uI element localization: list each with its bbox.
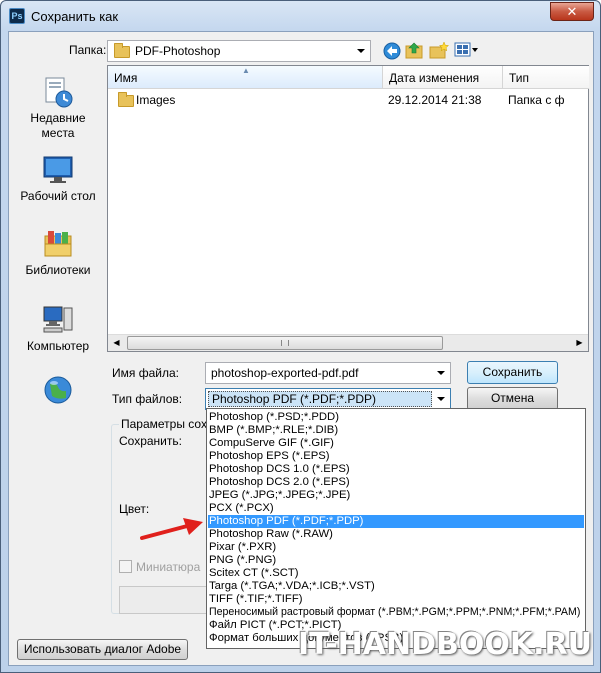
column-header-type-label: Тип bbox=[509, 71, 530, 85]
computer-icon bbox=[43, 306, 73, 333]
network-icon bbox=[44, 376, 72, 404]
place-libraries[interactable]: Библиотеки bbox=[15, 228, 101, 278]
dropdown-option[interactable]: Photoshop DCS 1.0 (*.EPS) bbox=[208, 463, 584, 476]
chevron-down-icon bbox=[357, 49, 365, 53]
close-button[interactable]: ✕ bbox=[550, 2, 594, 21]
back-icon[interactable] bbox=[383, 42, 401, 60]
filetype-label: Тип файлов: bbox=[112, 392, 183, 406]
save-options-label: Параметры сох bbox=[119, 417, 209, 431]
dropdown-option[interactable]: Targa (*.TGA;*.VDA;*.ICB;*.VST) bbox=[208, 580, 584, 593]
dropdown-option[interactable]: PCX (*.PCX) bbox=[208, 502, 584, 515]
place-computer[interactable]: Компьютер bbox=[15, 304, 101, 354]
view-menu-icon bbox=[454, 42, 478, 57]
desktop-icon bbox=[43, 156, 73, 183]
dropdown-option[interactable]: CompuServe GIF (*.GIF) bbox=[208, 437, 584, 450]
scroll-left-icon[interactable]: ◀ bbox=[108, 335, 125, 351]
photoshop-app-icon: Ps bbox=[9, 8, 25, 24]
place-desktop[interactable]: Рабочий стол bbox=[15, 154, 101, 204]
place-label-computer: Компьютер bbox=[26, 339, 90, 353]
dropdown-option[interactable]: JPEG (*.JPG;*.JPEG;*.JPE) bbox=[208, 489, 584, 502]
libraries-icon bbox=[44, 231, 72, 257]
filename-label: Имя файла: bbox=[112, 366, 179, 380]
column-header-name[interactable]: Имя ▲ bbox=[108, 66, 383, 89]
title-bar[interactable]: Ps Сохранить как ✕ bbox=[1, 1, 600, 31]
column-header-type[interactable]: Тип bbox=[503, 66, 589, 89]
row-name: Images bbox=[136, 93, 176, 107]
thumbnail-checkbox[interactable] bbox=[119, 560, 132, 573]
watermark: IT-HANDBOOK.RU bbox=[298, 627, 592, 662]
chevron-down-icon bbox=[437, 397, 445, 401]
dropdown-option[interactable]: Photoshop (*.PSD;*.PDD) bbox=[208, 411, 584, 424]
scroll-right-icon[interactable]: ▶ bbox=[571, 335, 588, 351]
thumbnail-label: Миниатюра bbox=[136, 560, 201, 574]
dropdown-option-selected[interactable]: Photoshop PDF (*.PDF;*.PDP) bbox=[208, 515, 584, 528]
sort-arrow-icon: ▲ bbox=[242, 66, 250, 75]
chevron-down-icon bbox=[437, 371, 445, 375]
dropdown-option[interactable]: Photoshop EPS (*.EPS) bbox=[208, 450, 584, 463]
save-label: Сохранить: bbox=[119, 434, 182, 448]
place-label-libraries: Библиотеки bbox=[25, 263, 91, 277]
dropdown-option[interactable]: Переносимый растровый формат (*.PBM;*.PG… bbox=[208, 606, 584, 619]
up-folder-icon[interactable] bbox=[405, 41, 425, 59]
dropdown-option[interactable]: Photoshop DCS 2.0 (*.EPS) bbox=[208, 476, 584, 489]
dropdown-option[interactable]: Pixar (*.PXR) bbox=[208, 541, 584, 554]
scrollbar-thumb[interactable] bbox=[127, 336, 443, 350]
place-label-recent: Недавние места bbox=[30, 111, 86, 140]
column-header-date-label: Дата изменения bbox=[389, 71, 480, 85]
places-bar: Недавние места Рабочий стол Библиотеки К… bbox=[15, 36, 101, 632]
new-folder-icon[interactable] bbox=[429, 41, 449, 59]
file-list[interactable]: Имя ▲ Дата изменения Тип Images 29.12.20… bbox=[107, 65, 589, 352]
row-date: 29.12.2014 21:38 bbox=[388, 93, 482, 107]
folder-icon bbox=[114, 43, 130, 58]
dropdown-option[interactable]: TIFF (*.TIF;*.TIFF) bbox=[208, 593, 584, 606]
dropdown-option[interactable]: Scitex CT (*.SCT) bbox=[208, 567, 584, 580]
filetype-dropdown-list[interactable]: Photoshop (*.PSD;*.PDD) BMP (*.BMP;*.RLE… bbox=[206, 408, 586, 649]
column-header-date[interactable]: Дата изменения bbox=[383, 66, 503, 89]
horizontal-scrollbar[interactable]: ◀ ▶ bbox=[108, 334, 588, 351]
current-folder-name: PDF-Photoshop bbox=[135, 44, 221, 58]
place-recent[interactable]: Недавние места bbox=[15, 76, 101, 141]
save-as-dialog: Ps Сохранить как ✕ Папка: PDF-Photoshop bbox=[0, 0, 601, 673]
filetype-value: Photoshop PDF (*.PDF;*.PDP) bbox=[208, 391, 432, 407]
folder-icon bbox=[118, 92, 134, 107]
red-arrow-annotation bbox=[140, 518, 203, 540]
table-row[interactable]: Images 29.12.2014 21:38 Папка с ф bbox=[108, 90, 588, 110]
dropdown-option[interactable]: Photoshop Raw (*.RAW) bbox=[208, 528, 584, 541]
place-network[interactable] bbox=[15, 374, 101, 409]
dropdown-option[interactable]: PNG (*.PNG) bbox=[208, 554, 584, 567]
use-adobe-dialog-button[interactable]: Использовать диалог Adobe bbox=[17, 639, 188, 660]
dropdown-option[interactable]: BMP (*.BMP;*.RLE;*.DIB) bbox=[208, 424, 584, 437]
view-menu-button[interactable] bbox=[454, 41, 480, 59]
recent-places-icon bbox=[45, 77, 73, 108]
window-title: Сохранить как bbox=[31, 9, 119, 24]
filename-input[interactable]: photoshop-exported-pdf.pdf bbox=[205, 362, 451, 384]
disabled-field bbox=[119, 586, 209, 614]
filetype-select[interactable]: Photoshop PDF (*.PDF;*.PDP) bbox=[205, 388, 451, 410]
column-header-name-label: Имя bbox=[114, 71, 138, 85]
filename-value: photoshop-exported-pdf.pdf bbox=[211, 366, 359, 380]
folder-combo[interactable]: PDF-Photoshop bbox=[107, 40, 371, 62]
cancel-button[interactable]: Отмена bbox=[467, 387, 558, 410]
place-label-desktop: Рабочий стол bbox=[20, 189, 96, 203]
save-button[interactable]: Сохранить bbox=[467, 361, 558, 384]
row-type: Папка с ф bbox=[508, 93, 565, 107]
dialog-body: Папка: PDF-Photoshop Недавние места Рабо… bbox=[8, 31, 594, 666]
